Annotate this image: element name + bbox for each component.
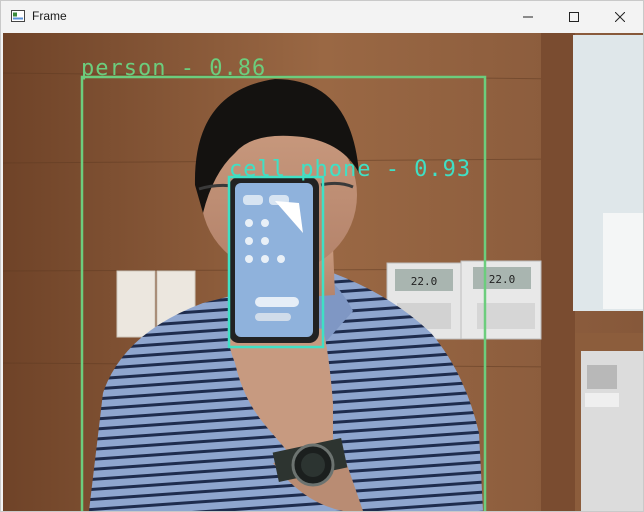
app-window: Frame 22.0 22.0 person - 0.86 cell phone…: [0, 0, 644, 512]
close-button[interactable]: [597, 1, 643, 33]
thermostat-display: 22.0: [411, 275, 438, 288]
app-window-icon: [11, 10, 25, 22]
minimize-icon: [523, 16, 533, 18]
light-switch: [116, 270, 156, 338]
camera-scene: 22.0 22.0: [3, 33, 643, 511]
maximize-button[interactable]: [551, 1, 597, 33]
person-detection-label: person - 0.86: [81, 56, 267, 81]
maximize-icon: [569, 12, 579, 22]
thermostat-display: 22.0: [489, 273, 516, 286]
video-frame: 22.0 22.0 person - 0.86 cell phone - 0.9…: [3, 33, 643, 511]
smartphone: [229, 177, 319, 343]
window-title: Frame: [32, 9, 67, 23]
thermostat-right: 22.0: [460, 260, 542, 340]
close-icon: [615, 12, 625, 22]
title-bar[interactable]: Frame: [1, 1, 643, 33]
phone-detection-label: cell phone - 0.93: [229, 157, 472, 182]
minimize-button[interactable]: [505, 1, 551, 33]
